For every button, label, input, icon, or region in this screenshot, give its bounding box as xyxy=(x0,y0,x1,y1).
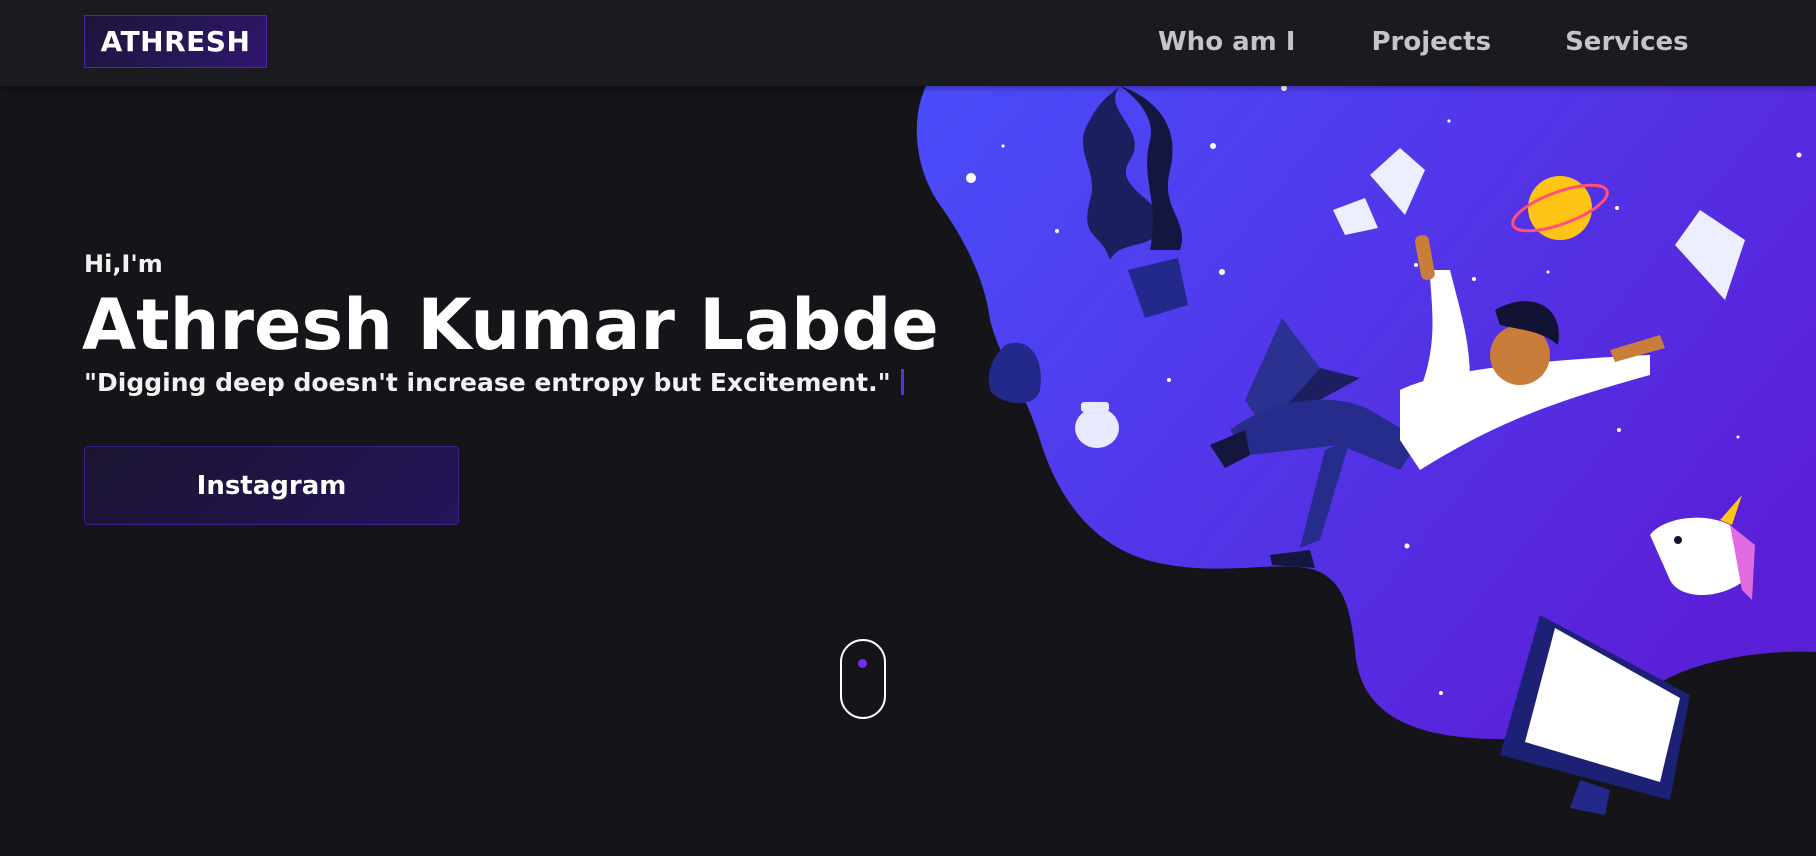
typing-cursor xyxy=(900,369,904,395)
hero-illustration xyxy=(916,85,1816,815)
scroll-dot xyxy=(858,659,867,668)
tagline-text: "Digging deep doesn't increase entropy b… xyxy=(84,368,891,397)
hero-tagline: "Digging deep doesn't increase entropy b… xyxy=(84,368,904,397)
nav-link-who-am-i[interactable]: Who am I xyxy=(1158,27,1295,57)
instagram-button[interactable]: Instagram xyxy=(84,446,459,525)
logo-button[interactable]: ATHRESH xyxy=(84,15,267,68)
navbar: ATHRESH Who am I Projects Services xyxy=(0,0,1816,86)
nav-link-services[interactable]: Services xyxy=(1565,27,1689,57)
hero-greeting: Hi,I'm xyxy=(84,250,163,278)
main-nav: Who am I Projects Services xyxy=(1158,0,1689,84)
hero-name: Athresh Kumar Labde xyxy=(82,284,939,366)
mouse-scroll-icon[interactable] xyxy=(840,639,886,719)
nav-link-projects[interactable]: Projects xyxy=(1371,27,1491,57)
